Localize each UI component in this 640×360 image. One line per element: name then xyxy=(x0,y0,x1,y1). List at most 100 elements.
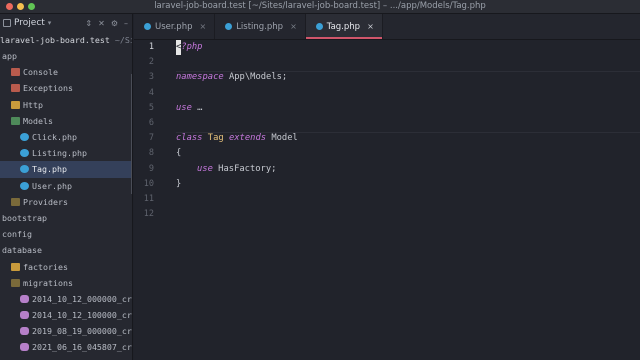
tree-item[interactable]: database xyxy=(0,242,132,258)
code-line-7[interactable]: class Tag extends Model xyxy=(176,131,640,146)
folder-icon xyxy=(11,278,20,287)
tree-item[interactable]: config xyxy=(0,226,132,242)
tree-item[interactable]: Http xyxy=(0,97,132,113)
minimize-panel-icon[interactable]: – xyxy=(124,19,128,28)
class-name: Tag xyxy=(207,133,224,144)
php-file-icon xyxy=(20,133,29,142)
tab-label: User.php xyxy=(155,21,193,32)
tree-item[interactable]: Click.php xyxy=(0,129,132,145)
tree-item[interactable]: Listing.php xyxy=(0,145,132,161)
tab-label: Tag.php xyxy=(326,21,361,32)
tab-tag-php[interactable]: Tag.php × xyxy=(305,14,383,39)
code-line-11[interactable] xyxy=(176,192,640,207)
tree-root[interactable]: laravel-job-board.test ~/Site xyxy=(0,32,132,48)
code-line-1[interactable]: <?php xyxy=(176,40,640,56)
tree-item-label: Listing.php xyxy=(32,148,87,159)
tree-item-label: Exceptions xyxy=(23,83,73,94)
tree-item[interactable]: Exceptions xyxy=(0,80,132,96)
code-area[interactable]: <?php namespace App\Models; use … class … xyxy=(176,40,640,222)
php-file-icon xyxy=(315,23,323,30)
tree-item-label: bootstrap xyxy=(2,212,47,223)
line-number: 1 xyxy=(148,42,154,52)
tree-item-label: 2014_10_12_000000_create xyxy=(32,293,132,304)
tree-item[interactable]: bootstrap xyxy=(0,210,132,226)
class-keyword: class xyxy=(176,133,203,144)
project-panel-tools: ⇕ ✕ ⚙ – xyxy=(85,19,132,28)
tree-item[interactable]: Console xyxy=(0,64,132,80)
gear-icon[interactable]: ⚙ xyxy=(111,19,118,28)
migration-icon xyxy=(20,343,29,352)
php-file-icon xyxy=(20,149,29,158)
code-line-2[interactable] xyxy=(176,55,640,70)
folder-icon xyxy=(11,100,20,109)
editor-pane: User.php × Listing.php × Tag.php × 1234567891… xyxy=(134,14,640,360)
folder-icon xyxy=(11,116,20,125)
tab-listing-php[interactable]: Listing.php × xyxy=(215,14,306,39)
close-tab-icon[interactable]: × xyxy=(367,22,374,31)
line-number: 2 xyxy=(148,57,154,68)
code-line-6[interactable] xyxy=(176,116,640,131)
code-line-5[interactable]: use … xyxy=(176,101,640,116)
line-number: 4 xyxy=(148,87,154,98)
editor-tabs: User.php × Listing.php × Tag.php × xyxy=(134,14,640,40)
line-number: 10 xyxy=(143,178,154,189)
folder-icon xyxy=(11,197,20,206)
chevron-down-icon[interactable]: ▾ xyxy=(48,19,52,27)
tree-item-label: 2014_10_12_100000_create xyxy=(32,310,132,321)
use-keyword: use xyxy=(176,102,192,113)
folder-icon xyxy=(11,68,20,77)
tree-item[interactable]: 2019_08_19_000000_create xyxy=(0,323,132,339)
trait-name: HasFactory; xyxy=(212,163,277,174)
line-number: 8 xyxy=(148,148,154,159)
migration-icon xyxy=(20,294,29,303)
tree-item[interactable]: User.php xyxy=(0,178,132,194)
tree-item-label: User.php xyxy=(32,180,72,191)
tree-item[interactable]: migrations xyxy=(0,275,132,291)
tree-item-label: Console xyxy=(23,67,58,78)
tree-item[interactable]: Models xyxy=(0,113,132,129)
php-file-icon xyxy=(225,23,233,30)
folded-imports[interactable]: … xyxy=(192,103,202,113)
sidebar-scrollbar[interactable] xyxy=(131,74,132,194)
tree-item-label: Click.php xyxy=(32,132,77,143)
code-line-3[interactable]: namespace App\Models; xyxy=(176,70,640,85)
close-tab-icon[interactable]: × xyxy=(290,22,297,31)
project-root-path: ~/Site xyxy=(114,35,132,45)
folder-icon xyxy=(11,262,20,271)
tree-item[interactable]: factories xyxy=(0,258,132,274)
tree-item-label: Tag.php xyxy=(32,164,67,175)
tree-item[interactable]: Providers xyxy=(0,194,132,210)
open-brace: { xyxy=(176,148,182,159)
code-line-10[interactable]: } xyxy=(176,177,640,192)
close-panel-icon[interactable]: ✕ xyxy=(98,19,105,28)
folder-icon xyxy=(11,84,20,93)
project-tree: laravel-job-board.test ~/Site app Console… xyxy=(0,32,132,356)
migration-icon xyxy=(20,327,29,336)
php-file-icon xyxy=(20,165,29,174)
code-line-9[interactable]: use HasFactory; xyxy=(176,162,640,177)
tree-item[interactable]: 2014_10_12_000000_create xyxy=(0,291,132,307)
tree-item-label: app xyxy=(2,51,17,62)
code-line-12[interactable] xyxy=(176,207,640,222)
collapse-all-icon[interactable]: ⇕ xyxy=(85,19,92,28)
tree-item[interactable]: 2021_06_16_045807_create xyxy=(0,339,132,355)
code-line-4[interactable] xyxy=(176,86,640,101)
tab-user-php[interactable]: User.php × xyxy=(134,14,216,39)
tree-item-label: database xyxy=(2,245,42,256)
line-number: 5 xyxy=(148,102,154,113)
use-keyword: use xyxy=(197,163,213,174)
tab-label: Listing.php xyxy=(236,21,284,32)
parent-class: Model xyxy=(271,133,298,144)
migration-icon xyxy=(20,311,29,320)
tree-item[interactable]: app xyxy=(0,48,132,64)
code-line-8[interactable]: { xyxy=(176,146,640,161)
project-sidebar: Project ▾ ⇕ ✕ ⚙ – laravel-job-board.test… xyxy=(0,14,133,360)
tree-item-label: migrations xyxy=(23,277,73,288)
tree-item[interactable]: 2014_10_12_100000_create xyxy=(0,307,132,323)
project-panel-header[interactable]: Project ▾ ⇕ ✕ ⚙ – xyxy=(0,14,132,32)
tree-item-label: factories xyxy=(23,261,68,272)
line-number: 12 xyxy=(143,209,154,220)
php-file-icon xyxy=(144,23,151,30)
close-tab-icon[interactable]: × xyxy=(199,22,206,31)
tree-item[interactable]: Tag.php xyxy=(0,161,132,178)
